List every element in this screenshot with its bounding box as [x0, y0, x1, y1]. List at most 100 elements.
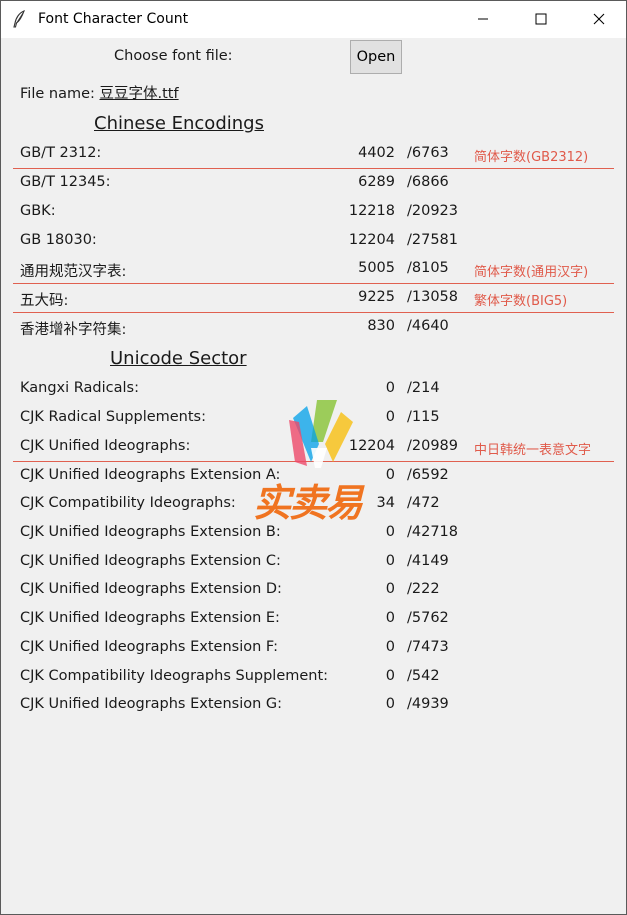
- block-count: 0: [385, 610, 395, 626]
- unicode-row: CJK Unified Ideographs Extension C: 0 /4…: [1, 553, 626, 573]
- block-name: CJK Unified Ideographs Extension B:: [20, 524, 281, 540]
- file-name-label: File name:: [20, 86, 100, 102]
- maximize-icon: [535, 10, 547, 29]
- block-total: /6592: [407, 467, 449, 483]
- block-total: /7473: [407, 639, 449, 655]
- minimize-button[interactable]: [454, 1, 512, 38]
- block-total: /115: [407, 409, 440, 425]
- block-total: /42718: [407, 524, 459, 540]
- encoding-count: 12218: [348, 203, 395, 219]
- unicode-row: CJK Compatibility Ideographs Supplement:…: [1, 668, 626, 688]
- encoding-count: 9225: [358, 289, 395, 305]
- block-name: CJK Unified Ideographs Extension E:: [20, 610, 280, 626]
- unicode-row: CJK Unified Ideographs Extension E: 0 /5…: [1, 610, 626, 630]
- block-name: CJK Unified Ideographs Extension F:: [20, 639, 278, 655]
- encoding-row: 通用规范汉字表: 5005 /8105 简体字数(通用汉字): [1, 260, 626, 280]
- block-count: 0: [385, 696, 395, 712]
- block-count: 12204: [348, 438, 395, 454]
- block-count: 0: [385, 668, 395, 684]
- unicode-row: CJK Unified Ideographs Extension D: 0 /2…: [1, 581, 626, 601]
- close-icon: [593, 10, 605, 29]
- encoding-total: /8105: [407, 260, 449, 276]
- encoding-row: GBK: 12218 /20923: [1, 203, 626, 223]
- encoding-row: GB 18030: 12204 /27581: [1, 232, 626, 252]
- block-count: 0: [385, 467, 395, 483]
- encoding-name: GB 18030:: [20, 232, 97, 248]
- block-name: CJK Unified Ideographs Extension C:: [20, 553, 281, 569]
- separator: [13, 168, 614, 169]
- block-count: 34: [376, 495, 395, 511]
- unicode-sector-title: Unicode Sector: [110, 348, 247, 369]
- block-total: /542: [407, 668, 440, 684]
- title-bar[interactable]: Font Character Count: [1, 1, 626, 38]
- encoding-name: 通用规范汉字表:: [20, 264, 127, 280]
- app-window: Font Character Count Choose font file: O…: [0, 0, 627, 915]
- block-name: CJK Unified Ideographs Extension D:: [20, 581, 282, 597]
- block-total: /222: [407, 581, 440, 597]
- unicode-row: CJK Unified Ideographs Extension G: 0 /4…: [1, 696, 626, 716]
- block-total: /4939: [407, 696, 449, 712]
- file-name-row: File name: 豆豆字体.ttf: [20, 82, 179, 103]
- encoding-total: /13058: [407, 289, 459, 305]
- block-note: 中日韩统一表意文字: [474, 443, 592, 458]
- close-button[interactable]: [570, 1, 627, 38]
- block-count: 0: [385, 380, 395, 396]
- block-total: /4149: [407, 553, 449, 569]
- separator: [13, 461, 614, 462]
- encoding-row: GB/T 2312: 4402 /6763 简体字数(GB2312): [1, 145, 626, 165]
- encoding-row: 香港增补字符集: 830 /4640: [1, 318, 626, 338]
- block-total: /472: [407, 495, 440, 511]
- encoding-count: 4402: [358, 145, 395, 161]
- maximize-button[interactable]: [512, 1, 570, 38]
- unicode-row: CJK Unified Ideographs Extension B: 0 /4…: [1, 524, 626, 544]
- unicode-row: CJK Compatibility Ideographs: 34 /472: [1, 495, 626, 515]
- encoding-total: /20923: [407, 203, 459, 219]
- block-name: CJK Unified Ideographs:: [20, 438, 191, 454]
- encoding-total: /4640: [407, 318, 449, 334]
- encoding-row: GB/T 12345: 6289 /6866: [1, 174, 626, 194]
- encoding-total: /6866: [407, 174, 449, 190]
- separator: [13, 312, 614, 313]
- feather-icon: [11, 10, 27, 28]
- encoding-name: 五大码:: [20, 293, 69, 309]
- encoding-note: 简体字数(GB2312): [474, 150, 589, 165]
- block-count: 0: [385, 639, 395, 655]
- minimize-icon: [477, 10, 489, 29]
- chinese-encodings-title: Chinese Encodings: [94, 113, 264, 134]
- block-name: CJK Compatibility Ideographs:: [20, 495, 236, 511]
- encoding-count: 12204: [348, 232, 395, 248]
- encoding-name: 香港增补字符集:: [20, 322, 127, 338]
- encoding-row: 五大码: 9225 /13058 繁体字数(BIG5): [1, 289, 626, 309]
- unicode-row: Kangxi Radicals: 0 /214: [1, 380, 626, 400]
- block-count: 0: [385, 581, 395, 597]
- encoding-name: GBK:: [20, 203, 56, 219]
- file-name-value: 豆豆字体.ttf: [99, 86, 179, 102]
- encoding-note: 简体字数(通用汉字): [474, 265, 589, 280]
- block-name: CJK Radical Supplements:: [20, 409, 207, 425]
- encoding-count: 830: [367, 318, 395, 334]
- encoding-total: /27581: [407, 232, 459, 248]
- encoding-total: /6763: [407, 145, 449, 161]
- encoding-note: 繁体字数(BIG5): [474, 294, 568, 309]
- encoding-name: GB/T 2312:: [20, 145, 102, 161]
- unicode-row: CJK Unified Ideographs: 12204 /20989 中日韩…: [1, 438, 626, 458]
- block-total: /5762: [407, 610, 449, 626]
- unicode-row: CJK Radical Supplements: 0 /115: [1, 409, 626, 429]
- encoding-count: 5005: [358, 260, 395, 276]
- open-button[interactable]: Open: [350, 40, 402, 74]
- block-name: CJK Compatibility Ideographs Supplement:: [20, 668, 329, 684]
- block-name: Kangxi Radicals:: [20, 380, 139, 396]
- block-count: 0: [385, 524, 395, 540]
- separator: [13, 283, 614, 284]
- block-count: 0: [385, 553, 395, 569]
- block-total: /214: [407, 380, 440, 396]
- block-name: CJK Unified Ideographs Extension A:: [20, 467, 281, 483]
- unicode-row: CJK Unified Ideographs Extension A: 0 /6…: [1, 467, 626, 487]
- block-total: /20989: [407, 438, 459, 454]
- window-title: Font Character Count: [38, 11, 189, 27]
- block-name: CJK Unified Ideographs Extension G:: [20, 696, 283, 712]
- choose-font-label: Choose font file:: [114, 48, 233, 64]
- encoding-count: 6289: [358, 174, 395, 190]
- unicode-row: CJK Unified Ideographs Extension F: 0 /7…: [1, 639, 626, 659]
- encoding-name: GB/T 12345:: [20, 174, 111, 190]
